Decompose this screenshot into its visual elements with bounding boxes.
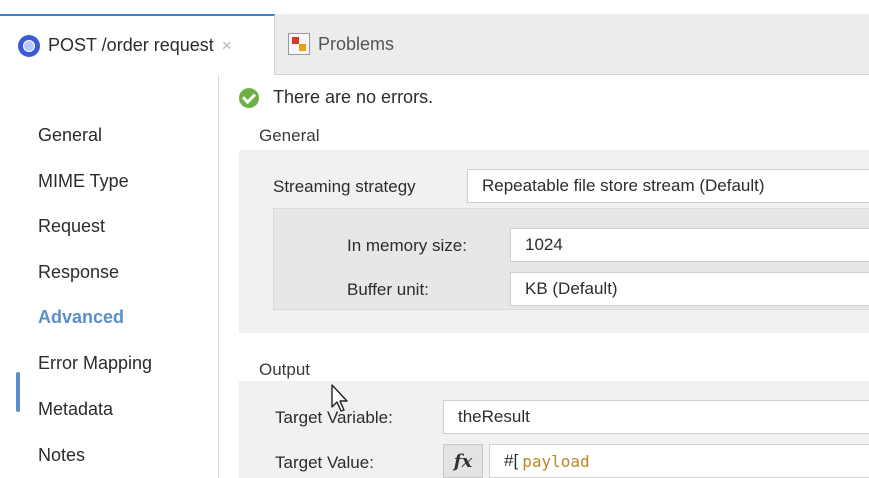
sidebar-item-advanced[interactable]: Advanced [38, 307, 124, 328]
tab-problems[interactable]: Problems [284, 14, 484, 74]
mouse-cursor-icon [331, 384, 348, 412]
flow-listener-icon [18, 34, 40, 57]
active-indicator [16, 372, 20, 412]
sidebar: General MIME Type Request Response Advan… [0, 75, 219, 478]
in-memory-size-label: In memory size: [347, 236, 467, 255]
expression-body: payload [522, 451, 590, 471]
sidebar-item-response[interactable]: Response [38, 262, 119, 283]
sidebar-item-metadata[interactable]: Metadata [38, 399, 113, 420]
expression-prefix: #[ [504, 451, 519, 470]
target-value-label: Target Value: [275, 453, 374, 472]
properties-panel: There are no errors. General Streaming s… [219, 75, 869, 478]
problems-icon [288, 33, 310, 55]
tab-label: POST /order request [48, 35, 214, 55]
buffer-unit-select[interactable]: KB (Default) [510, 272, 869, 306]
sidebar-item-request[interactable]: Request [38, 216, 105, 237]
section-title-output: Output [259, 360, 311, 379]
streaming-strategy-select[interactable]: Repeatable file store stream (Default) [467, 169, 869, 203]
editor-tab-bar: POST /order request × Problems [0, 14, 869, 75]
app-window: POST /order request × Problems General M… [0, 0, 869, 478]
target-value-expression-input[interactable]: #[ payload [489, 444, 869, 478]
tab-post-order-request[interactable]: POST /order request × [0, 14, 275, 75]
status-message: There are no errors. [273, 87, 434, 107]
check-icon [239, 87, 259, 108]
sidebar-item-error-mapping[interactable]: Error Mapping [38, 353, 152, 374]
target-variable-input[interactable]: theResult [443, 400, 869, 434]
buffer-unit-label: Buffer unit: [347, 280, 429, 299]
tab-label: Problems [318, 33, 395, 54]
status-row: There are no errors. [239, 87, 433, 108]
sidebar-item-mime-type[interactable]: MIME Type [38, 171, 129, 192]
sidebar-item-notes[interactable]: Notes [38, 445, 85, 466]
streaming-strategy-label: Streaming strategy [273, 177, 416, 196]
section-title-general: General [259, 126, 320, 145]
close-icon[interactable]: × [222, 36, 232, 56]
sidebar-item-general[interactable]: General [38, 125, 102, 146]
fx-toggle-button[interactable]: fx [443, 444, 483, 478]
in-memory-size-input[interactable]: 1024 [510, 228, 869, 262]
